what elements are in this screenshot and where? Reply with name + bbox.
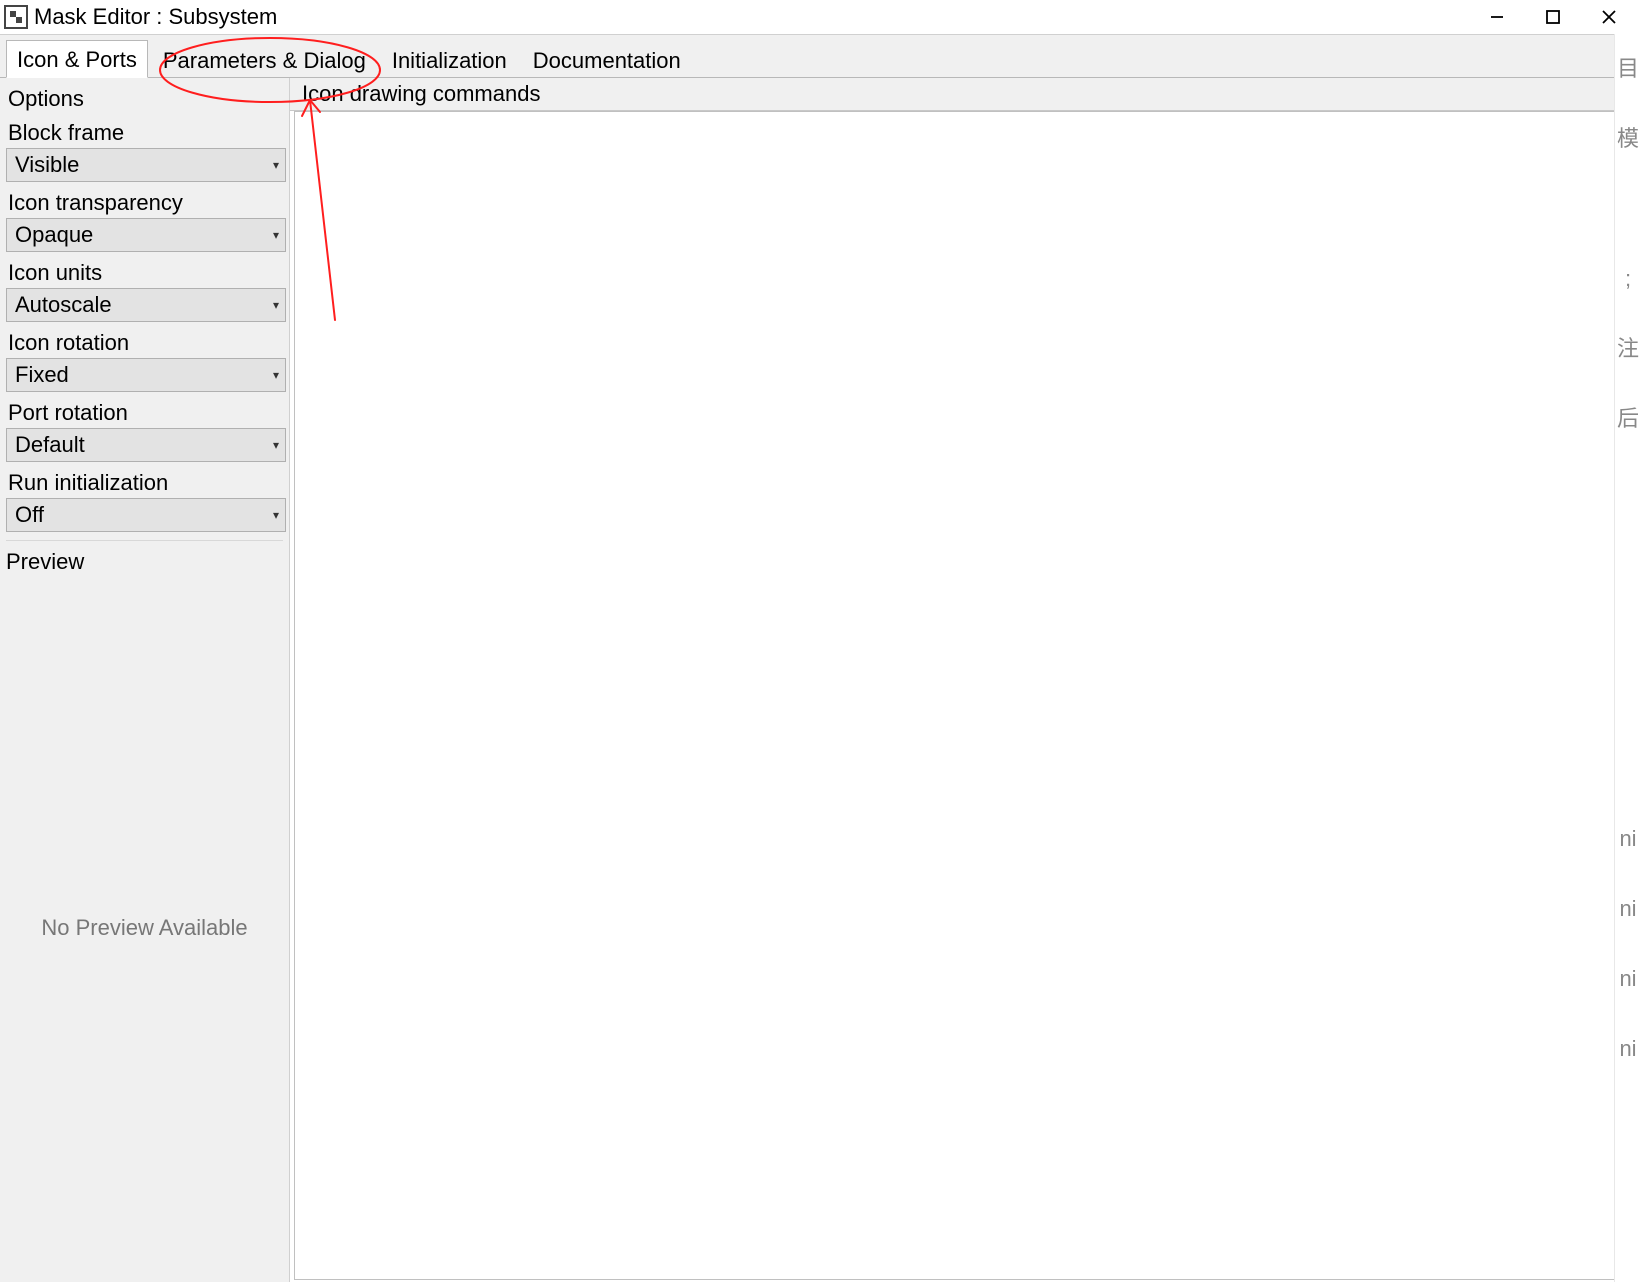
tab-label: Icon & Ports: [17, 47, 137, 72]
editor-header: Icon drawing commands: [290, 78, 1641, 111]
select-icon-transparency[interactable]: Opaque ▾: [6, 218, 286, 252]
label-icon-units: Icon units: [6, 256, 283, 288]
select-icon-rotation[interactable]: Fixed ▾: [6, 358, 286, 392]
select-run-initialization[interactable]: Off ▾: [6, 498, 286, 532]
icon-drawing-commands-textarea[interactable]: [294, 111, 1637, 1280]
tab-label: Initialization: [392, 48, 507, 73]
label-icon-transparency: Icon transparency: [6, 186, 283, 218]
chevron-down-icon: ▾: [273, 158, 279, 172]
select-value: Autoscale: [15, 292, 112, 318]
tab-icon-and-ports[interactable]: Icon & Ports: [6, 40, 148, 78]
window-title: Mask Editor : Subsystem: [34, 0, 277, 34]
select-value: Visible: [15, 152, 79, 178]
window-titlebar: Mask Editor : Subsystem: [0, 0, 1641, 34]
select-block-frame[interactable]: Visible ▾: [6, 148, 286, 182]
chevron-down-icon: ▾: [273, 508, 279, 522]
chevron-down-icon: ▾: [273, 368, 279, 382]
window-close-button[interactable]: [1581, 0, 1637, 34]
label-port-rotation: Port rotation: [6, 396, 283, 428]
app-icon: [4, 5, 28, 29]
select-value: Opaque: [15, 222, 93, 248]
select-value: Off: [15, 502, 44, 528]
label-block-frame: Block frame: [6, 116, 283, 148]
tab-initialization[interactable]: Initialization: [381, 41, 518, 78]
select-icon-units[interactable]: Autoscale ▾: [6, 288, 286, 322]
options-sidebar: Options Block frame Visible ▾ Icon trans…: [0, 78, 290, 1282]
chevron-down-icon: ▾: [273, 298, 279, 312]
label-run-initialization: Run initialization: [6, 466, 283, 498]
tab-documentation[interactable]: Documentation: [522, 41, 692, 78]
tab-parameters-dialog[interactable]: Parameters & Dialog: [152, 41, 377, 78]
tab-strip: Icon & Ports Parameters & Dialog Initial…: [0, 34, 1641, 78]
chevron-down-icon: ▾: [273, 228, 279, 242]
chevron-down-icon: ▾: [273, 438, 279, 452]
preview-body: No Preview Available: [6, 575, 283, 1280]
select-port-rotation[interactable]: Default ▾: [6, 428, 286, 462]
icon-drawing-editor: Icon drawing commands: [290, 78, 1641, 1282]
tab-label: Documentation: [533, 48, 681, 73]
preview-placeholder: No Preview Available: [41, 915, 247, 941]
options-header: Options: [6, 82, 283, 116]
tab-label: Parameters & Dialog: [163, 48, 366, 73]
main-area: Options Block frame Visible ▾ Icon trans…: [0, 78, 1641, 1282]
label-icon-rotation: Icon rotation: [6, 326, 283, 358]
window-minimize-button[interactable]: [1469, 0, 1525, 34]
select-value: Fixed: [15, 362, 69, 388]
window-maximize-button[interactable]: [1525, 0, 1581, 34]
preview-header: Preview: [6, 540, 283, 575]
select-value: Default: [15, 432, 85, 458]
